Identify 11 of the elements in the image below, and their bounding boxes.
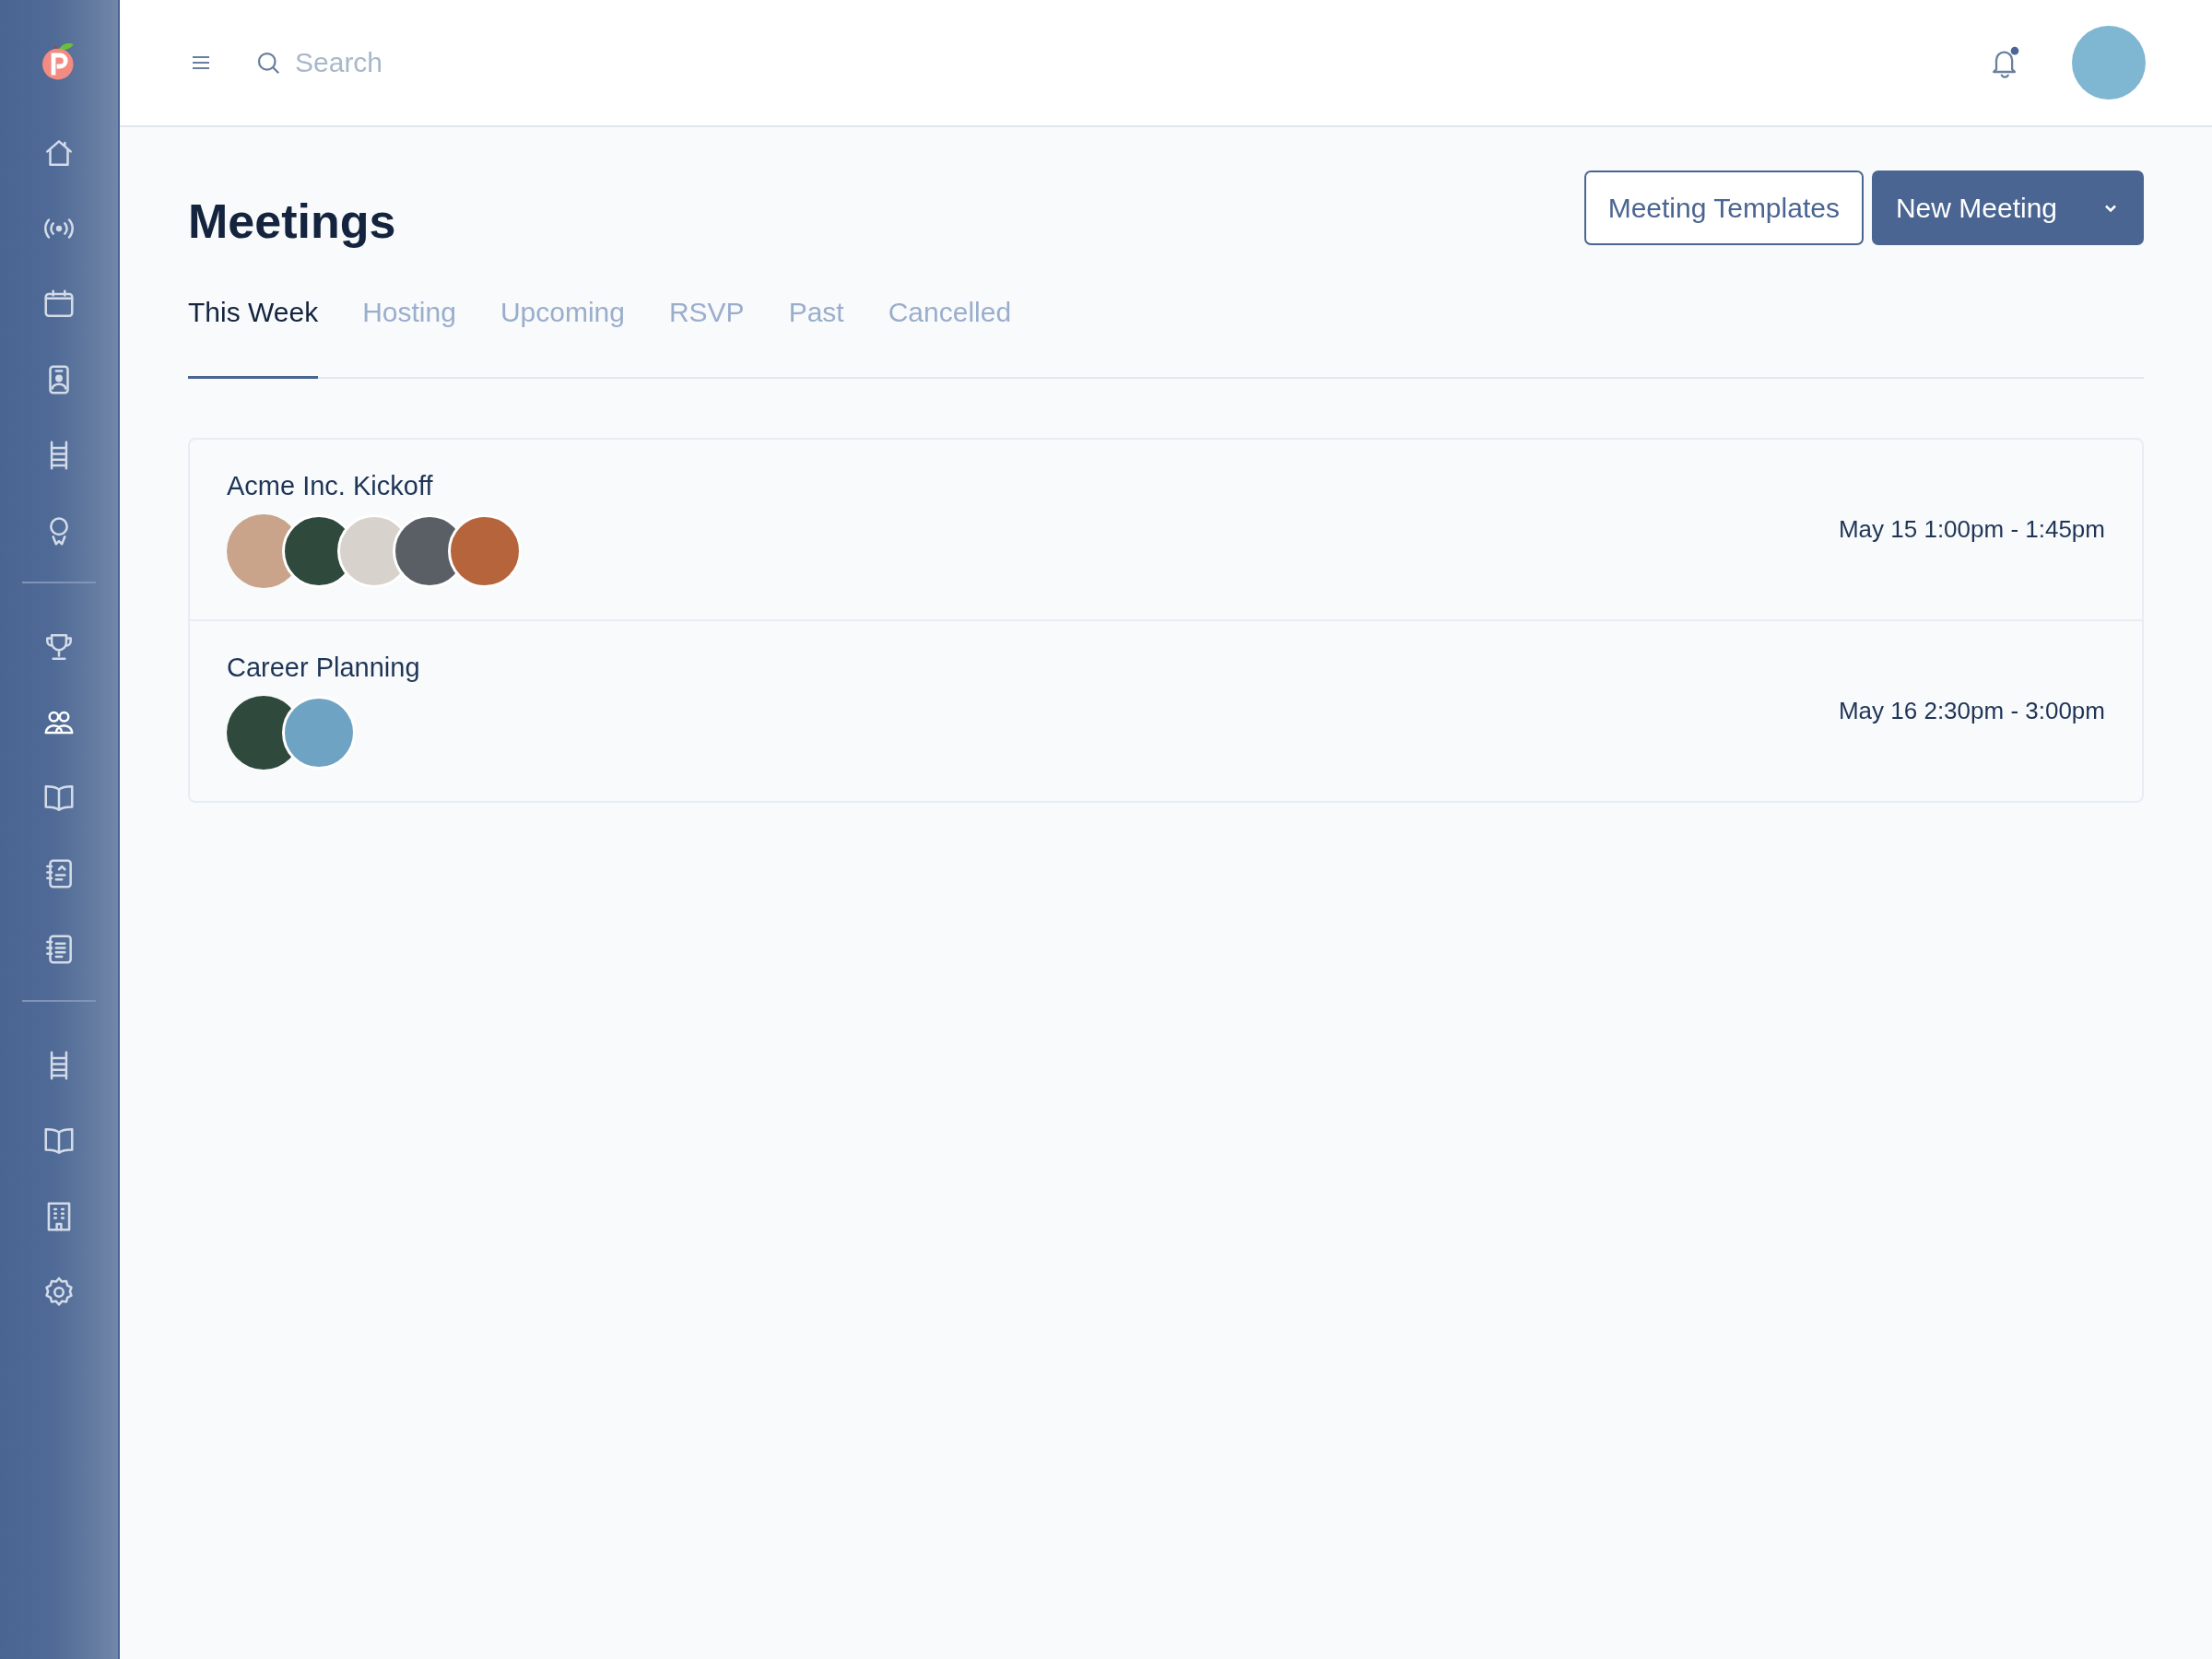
meeting-row[interactable]: Career Planning May 16 2:30pm - 3:00pm bbox=[190, 621, 2142, 801]
new-meeting-button[interactable]: New Meeting bbox=[1871, 171, 2144, 245]
meeting-time: May 16 2:30pm - 3:00pm bbox=[1838, 697, 2105, 725]
meeting-templates-button[interactable]: Meeting Templates bbox=[1583, 171, 1864, 245]
meeting-time: May 15 1:00pm - 1:45pm bbox=[1838, 515, 2105, 544]
meeting-title: Career Planning bbox=[227, 653, 420, 683]
page-title: Meetings bbox=[188, 194, 396, 249]
meeting-title: Acme Inc. Kickoff bbox=[227, 471, 434, 501]
search-field[interactable]: Search bbox=[293, 46, 573, 79]
tab[interactable]: This Week bbox=[188, 275, 319, 379]
meeting-row[interactable]: Acme Inc. Kickoff May 15 1:00pm - 1:45pm bbox=[190, 440, 2142, 621]
